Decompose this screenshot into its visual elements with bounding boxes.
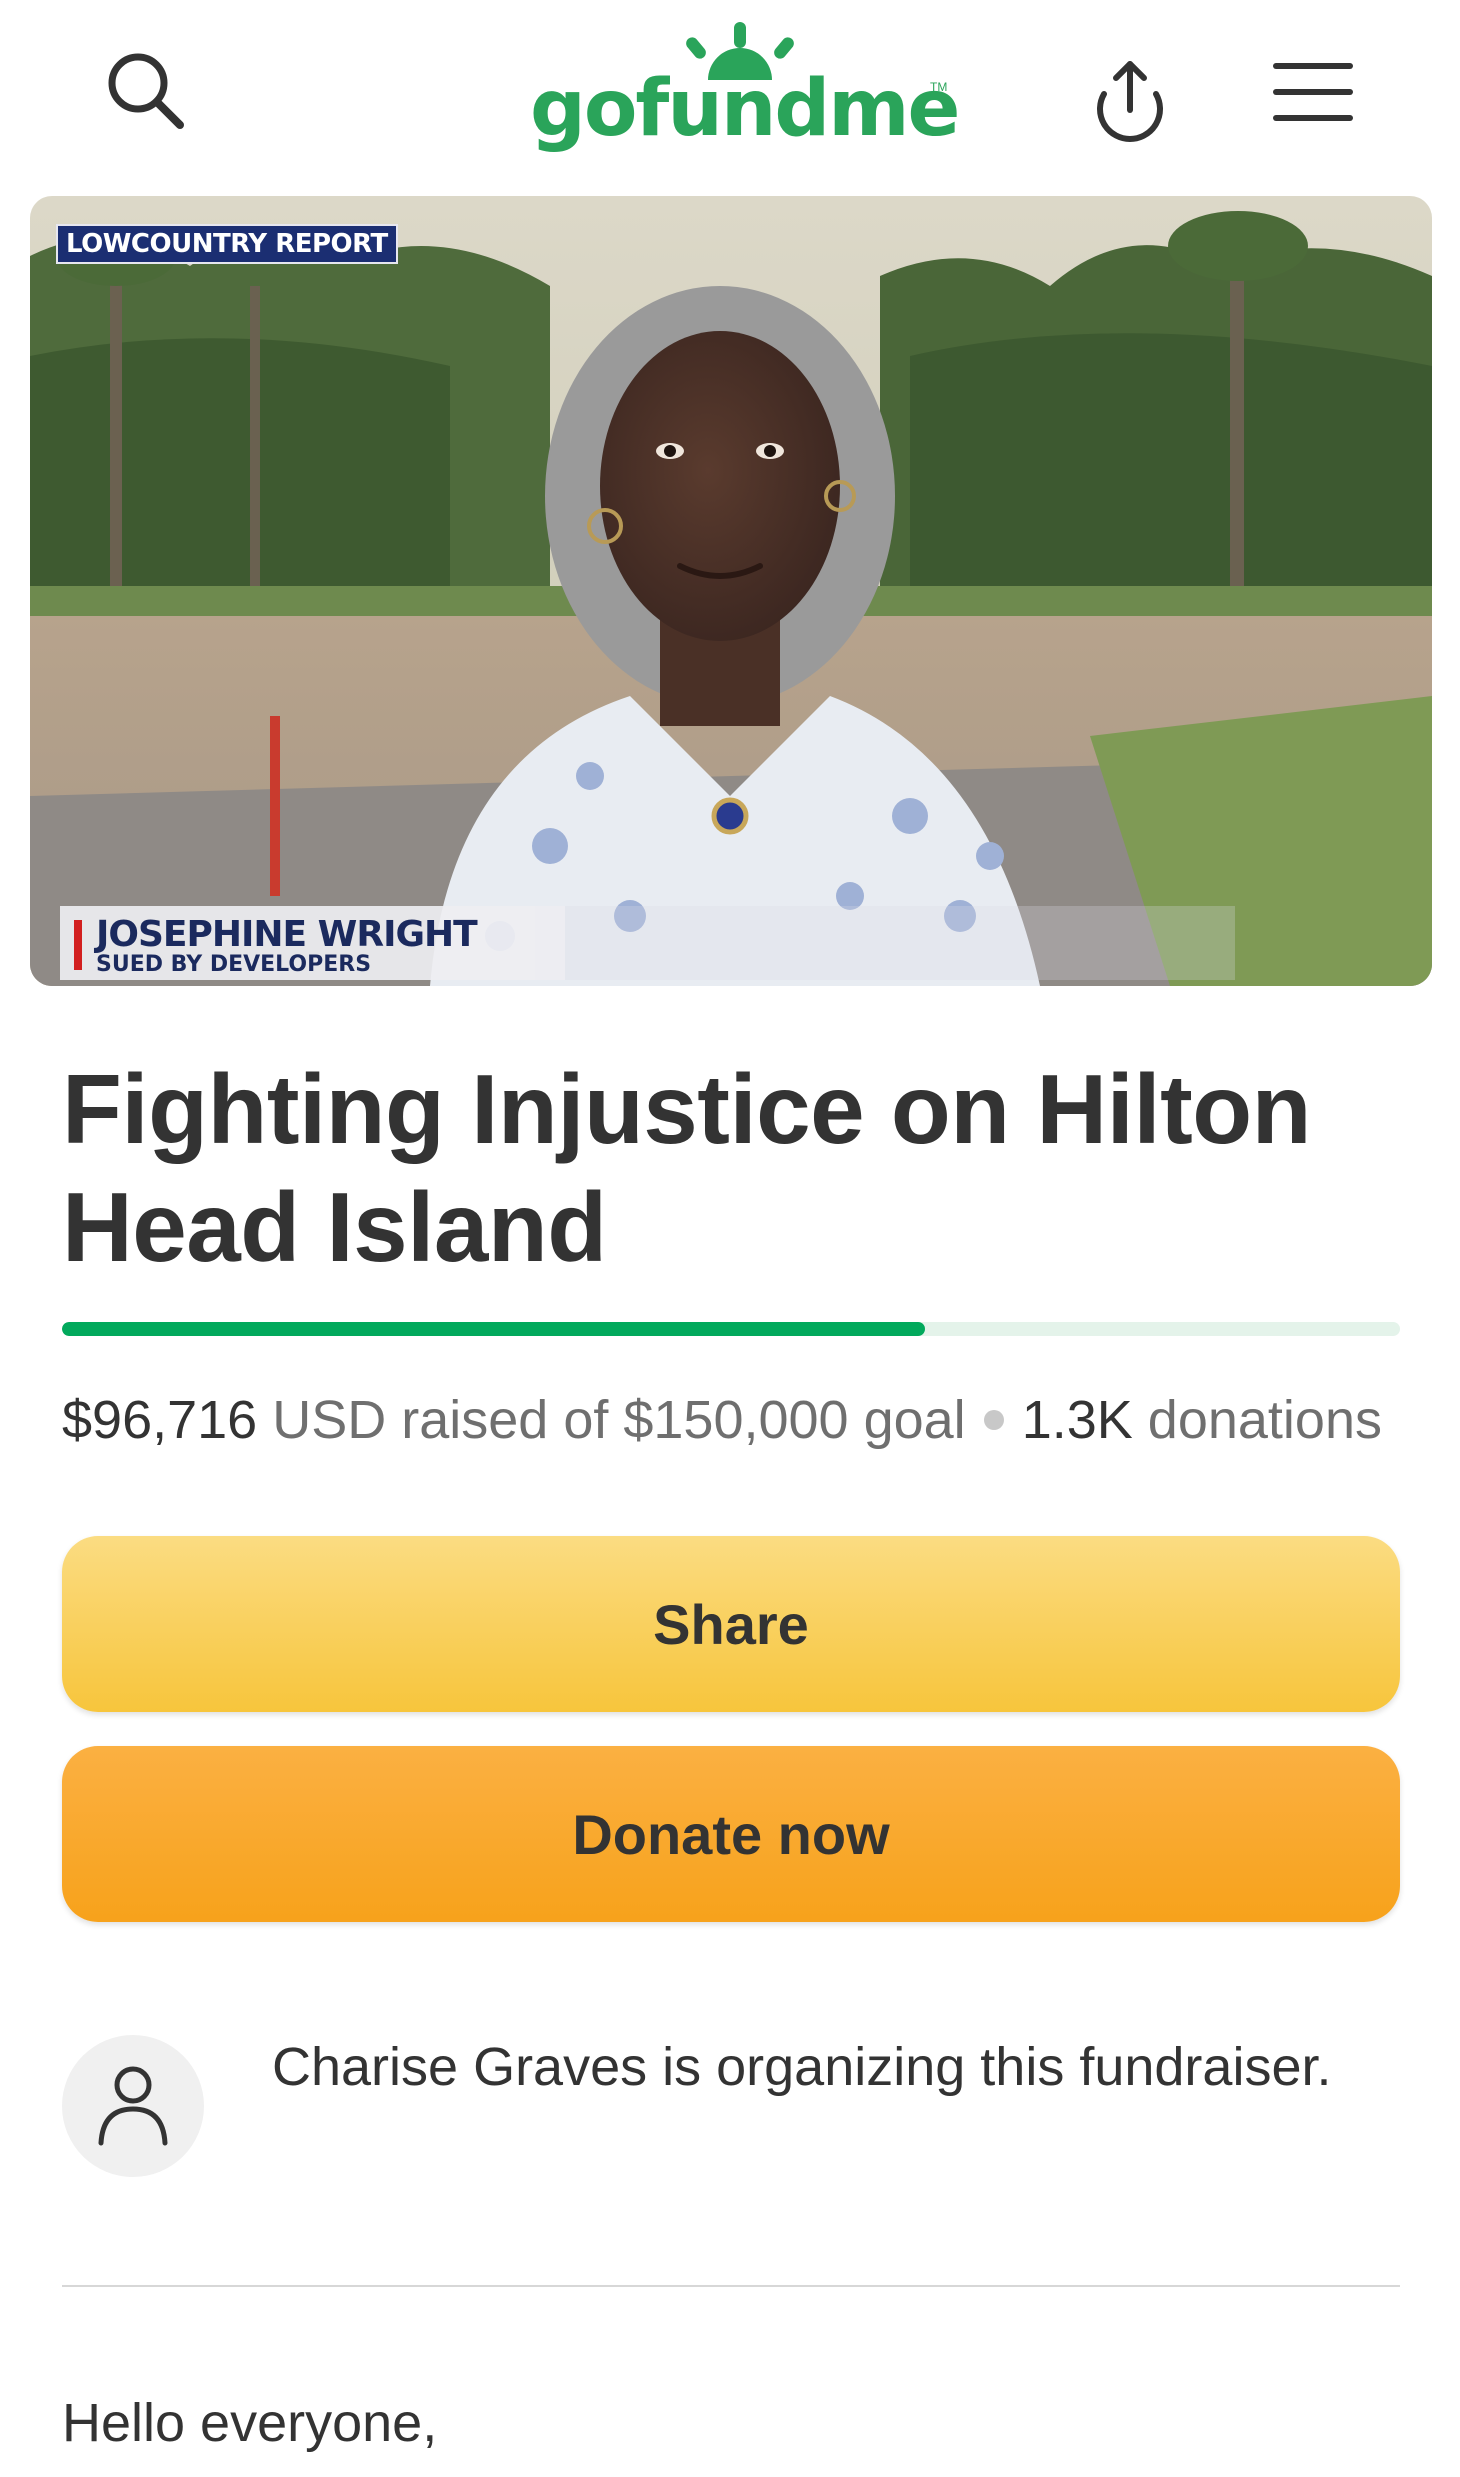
top-bar: gofundme TM <box>0 0 1460 190</box>
lower-third-extension <box>535 906 1235 980</box>
raised-amount: $96,716 <box>62 1390 258 1450</box>
campaign-title: Fighting Injustice on Hilton Head Island <box>62 1054 1311 1282</box>
logo-trademark: TM <box>930 80 948 94</box>
gofundme-logo[interactable]: gofundme TM <box>530 18 960 168</box>
progress-bar-fill <box>62 1322 925 1336</box>
section-divider <box>62 2285 1400 2287</box>
news-channel-bug: LOWCOUNTRY REPORT <box>56 224 398 264</box>
logo-wordmark: gofundme <box>530 64 960 154</box>
user-icon <box>98 2066 168 2146</box>
news-lower-third: JOSEPHINE WRIGHT SUED BY DEVELOPERS <box>60 906 565 980</box>
search-icon[interactable] <box>98 45 194 141</box>
campaign-hero-image[interactable]: LOWCOUNTRY REPORT JOSEPHINE WRIGHT SUED … <box>30 196 1432 986</box>
organizer-avatar[interactable] <box>62 2035 204 2177</box>
donations-count: 1.3K <box>1021 1390 1133 1450</box>
raised-goal-text: USD raised of $150,000 goal <box>272 1390 966 1450</box>
donations-label: donations <box>1147 1390 1382 1450</box>
story-greeting: Hello everyone, <box>62 2393 438 2453</box>
fundraising-progress-bar <box>62 1322 1400 1336</box>
share-upload-icon[interactable] <box>1082 48 1178 144</box>
lower-third-name: JOSEPHINE WRIGHT <box>96 914 478 955</box>
donate-now-button[interactable]: Donate now <box>62 1746 1400 1922</box>
lower-third-subtitle: SUED BY DEVELOPERS <box>96 952 372 977</box>
fundraising-stats: $96,716 USD raised of $150,000 goal 1.3K … <box>62 1390 1382 1450</box>
separator-dot <box>983 1409 1004 1430</box>
share-button[interactable]: Share <box>62 1536 1400 1712</box>
lower-third-accent <box>74 920 82 970</box>
hamburger-menu-icon[interactable] <box>1268 52 1358 132</box>
organizer-text: Charise Graves is organizing this fundra… <box>272 2037 1332 2097</box>
news-photo <box>30 196 1432 986</box>
